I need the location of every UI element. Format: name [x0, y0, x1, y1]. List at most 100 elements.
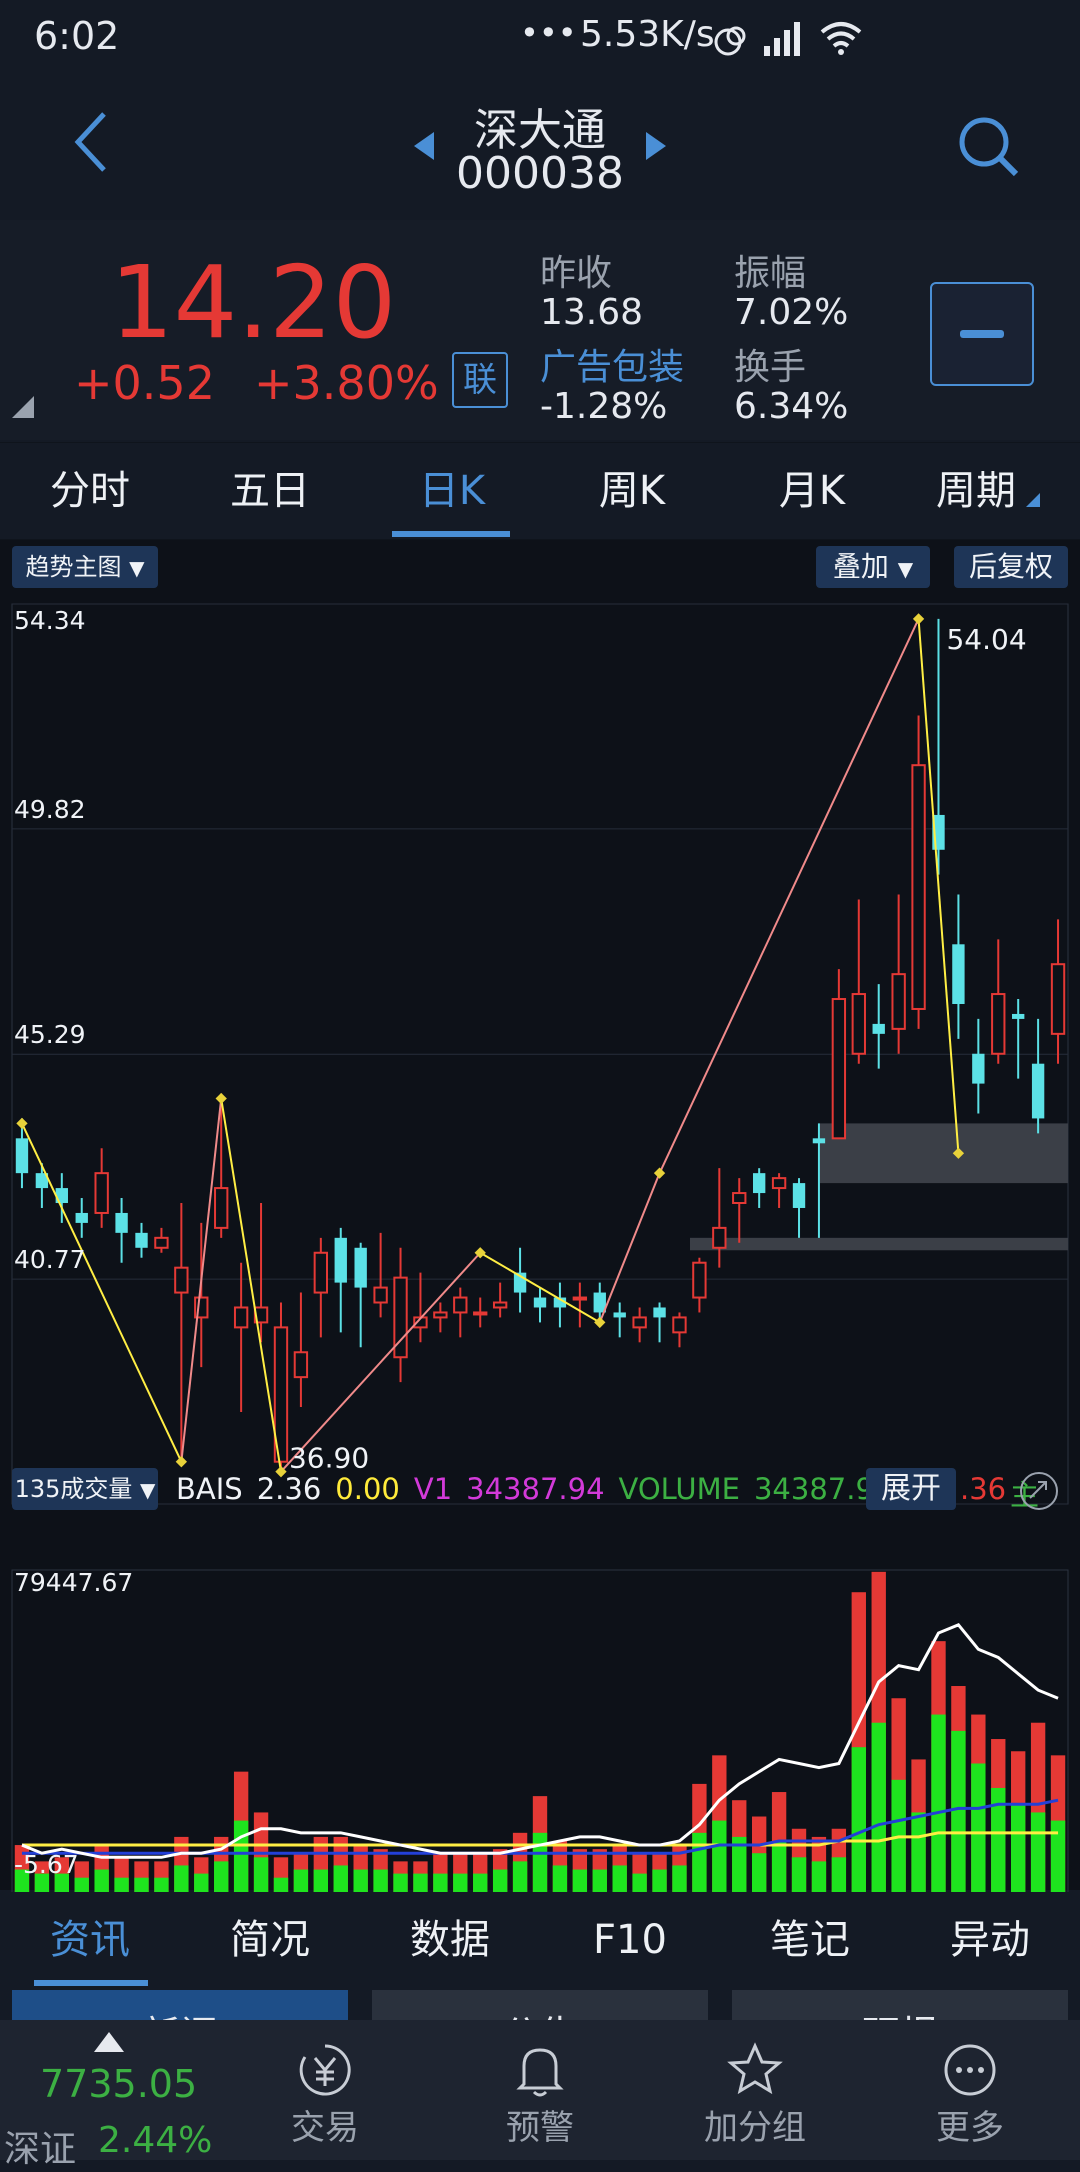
kline-y-tick: 45.29 — [14, 1020, 86, 1050]
nav-trade[interactable]: 交易 — [240, 2020, 410, 2160]
info-tabs: 资讯 简况 数据 F10 笔记 异动 — [0, 1892, 1080, 1988]
back-arrow-icon[interactable] — [70, 110, 110, 174]
nav-more[interactable]: 更多 — [885, 2020, 1055, 2160]
candle-body-up — [911, 764, 926, 1010]
corner-triangle-icon — [12, 396, 34, 418]
sector-label[interactable]: 广告包装 — [540, 338, 684, 390]
bluetooth-icon — [714, 26, 746, 56]
sub-tab-research[interactable]: 研报 — [732, 1990, 1068, 2020]
chevron-down-icon: ▼ — [129, 556, 145, 580]
trend-pivot — [16, 1117, 28, 1130]
volume-y-tick-max: 79447.67 — [14, 1568, 134, 1597]
tab-five-day[interactable]: 五日 — [190, 443, 350, 539]
volume-bar-inner — [373, 1869, 388, 1894]
trend-line — [658, 618, 920, 1174]
sub-tab-announcements[interactable]: 公告 — [372, 1990, 708, 2020]
volume-bar-inner — [194, 1873, 209, 1894]
tab-daily-k[interactable]: 日K — [372, 443, 532, 539]
tab-data[interactable]: 数据 — [360, 1892, 540, 1988]
volume-bar-inner — [233, 1820, 249, 1894]
volume-bar-inner — [512, 1861, 528, 1894]
tab-intraday[interactable]: 分时 — [10, 443, 170, 539]
volume-bar-inner — [911, 1812, 926, 1894]
candle-body-down — [972, 1053, 985, 1084]
volume-indicator-dropdown[interactable]: 135成交量 ▼ — [12, 1468, 158, 1510]
active-info-tab-indicator — [34, 1980, 148, 1986]
search-icon[interactable] — [956, 114, 1020, 178]
tab-f10[interactable]: F10 — [540, 1892, 720, 1988]
volume-bar-inner — [931, 1714, 946, 1894]
expand-button[interactable]: 展开 — [866, 1468, 956, 1510]
volume-bar-inner — [492, 1869, 508, 1894]
star-icon — [727, 2042, 783, 2095]
candle-body-up — [492, 1301, 508, 1309]
candle-body-down — [613, 1312, 626, 1318]
refresh-icon[interactable] — [1018, 1470, 1060, 1512]
candle-body-down — [872, 1023, 885, 1034]
nav-alert[interactable]: 预警 — [455, 2020, 625, 2160]
more-icon — [944, 2044, 996, 2096]
candle-body-up — [572, 1296, 588, 1301]
candle-body-up — [373, 1286, 388, 1304]
candle-body-down — [792, 1183, 806, 1208]
main-indicator-label: 趋势主图 — [25, 553, 122, 581]
volume-bar-inner — [692, 1832, 707, 1894]
wifi-icon — [820, 22, 862, 55]
tab-profile[interactable]: 简况 — [180, 1892, 360, 1988]
price-change: +0.52 — [74, 356, 215, 410]
tab-notes[interactable]: 笔记 — [720, 1892, 900, 1988]
prev-close-label: 昨收 — [540, 253, 613, 294]
volume-bar-inner — [851, 1747, 866, 1894]
remove-watchlist-button[interactable] — [930, 282, 1034, 386]
volume-bar-inner — [751, 1853, 767, 1894]
index-value[interactable]: 7735.05 — [40, 2062, 197, 2106]
candle-body-up — [453, 1296, 468, 1314]
main-indicator-dropdown[interactable]: 趋势主图 ▼ — [12, 546, 158, 588]
volume-bar-inner — [552, 1865, 568, 1894]
tab-anomaly[interactable]: 异动 — [900, 1892, 1080, 1988]
volume-bar-inner — [672, 1865, 687, 1894]
candle-body-up — [712, 1226, 727, 1249]
candle-body-up — [94, 1172, 109, 1214]
adjust-button[interactable]: 后复权 — [954, 546, 1068, 588]
volume-bar-inner — [971, 1763, 986, 1894]
price-change-pct: +3.80% — [254, 356, 439, 410]
legend-item: VOLUME — [618, 1472, 740, 1506]
tab-monthly-k[interactable]: 月K — [732, 443, 892, 539]
candle-body-up — [851, 993, 866, 1055]
candle-body-down — [653, 1307, 666, 1318]
index-change: 2.44% — [98, 2120, 213, 2161]
stock-header: 深大通 000038 — [0, 80, 1080, 220]
sub-tab-news[interactable]: 新闻 — [12, 1990, 348, 2020]
candle-body-up — [313, 1251, 329, 1294]
candle-body-up — [891, 973, 906, 1030]
turnover-label: 换手 — [734, 347, 807, 388]
trend-line — [598, 1172, 661, 1323]
candle-body-up — [732, 1192, 747, 1205]
legend-item: 0.00 — [335, 1472, 400, 1506]
nav-trade-label: 交易 — [291, 2108, 359, 2148]
overlay-dropdown[interactable]: 叠加 ▼ — [816, 546, 930, 588]
nav-add-group-label: 加分组 — [704, 2108, 806, 2148]
volume-bar-inner — [333, 1865, 348, 1894]
volume-indicator-label: 135成交量 — [14, 1475, 133, 1503]
volume-y-tick-min: -5.67 — [14, 1850, 79, 1879]
volume-bar-inner — [253, 1857, 269, 1894]
volume-bar-inner — [293, 1869, 309, 1894]
legend-item: BAIS — [176, 1472, 243, 1506]
nav-more-label: 更多 — [936, 2108, 1004, 2148]
volume-bar-inner — [632, 1873, 647, 1894]
nav-add-group[interactable]: 加分组 — [670, 2020, 840, 2160]
bell-icon — [516, 2048, 564, 2097]
candle-body-up — [214, 1187, 229, 1229]
prev-stock-icon[interactable] — [412, 130, 436, 162]
candle-body-down — [75, 1212, 88, 1223]
next-stock-icon[interactable] — [644, 130, 668, 162]
link-badge[interactable]: 联 — [452, 352, 508, 408]
legend-item: 34387.94 — [466, 1472, 605, 1506]
legend-item: V1 — [413, 1472, 453, 1506]
trend-pivot — [594, 1316, 606, 1329]
volume-bar-inner — [612, 1865, 627, 1894]
tab-weekly-k[interactable]: 周K — [552, 443, 712, 539]
tab-news[interactable]: 资讯 — [0, 1892, 180, 1988]
